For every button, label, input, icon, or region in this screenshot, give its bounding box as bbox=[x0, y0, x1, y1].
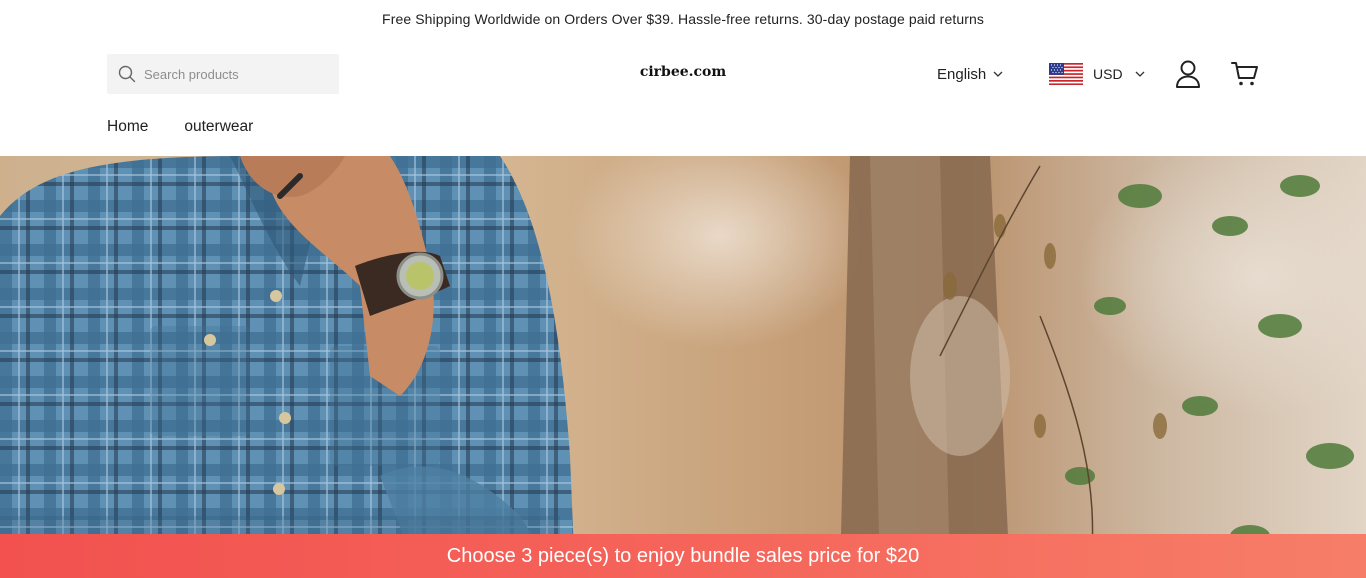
language-selector[interactable]: English bbox=[937, 63, 1003, 85]
search-input[interactable] bbox=[144, 59, 324, 89]
chevron-down-icon bbox=[993, 71, 1003, 77]
announcement-text: Free Shipping Worldwide on Orders Over $… bbox=[382, 10, 984, 27]
hero-image bbox=[0, 156, 1354, 578]
search-icon bbox=[118, 65, 136, 83]
cart-button[interactable] bbox=[1231, 61, 1259, 87]
currency-selector[interactable]: USD bbox=[1049, 62, 1145, 86]
bundle-sale-text: Choose 3 piece(s) to enjoy bundle sales … bbox=[446, 544, 920, 567]
main-nav: Home outerwear bbox=[107, 118, 253, 136]
hero-banner[interactable] bbox=[0, 156, 1366, 578]
bundle-sale-banner[interactable]: Choose 3 piece(s) to enjoy bundle sales … bbox=[0, 534, 1366, 578]
announcement-bar: Free Shipping Worldwide on Orders Over $… bbox=[0, 0, 1366, 37]
currency-label: USD bbox=[1093, 66, 1123, 82]
us-flag-icon bbox=[1049, 63, 1083, 85]
site-logo[interactable]: cirbee.com bbox=[640, 64, 726, 80]
nav-item-outerwear[interactable]: outerwear bbox=[184, 118, 253, 136]
account-button[interactable] bbox=[1175, 60, 1201, 88]
user-icon bbox=[1176, 60, 1200, 88]
chevron-down-icon bbox=[1135, 71, 1145, 77]
cart-icon bbox=[1231, 62, 1258, 86]
nav-item-home[interactable]: Home bbox=[107, 118, 148, 136]
language-label: English bbox=[937, 65, 987, 83]
search-box[interactable] bbox=[107, 54, 339, 94]
